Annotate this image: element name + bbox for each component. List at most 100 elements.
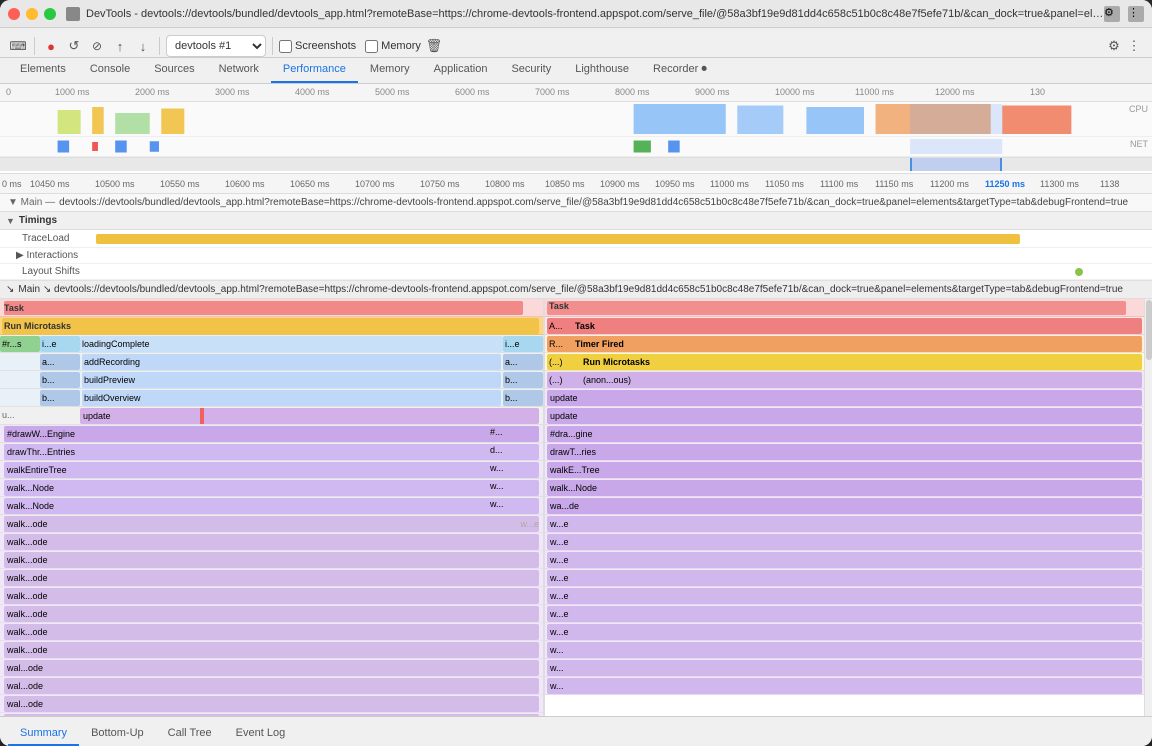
trash-button[interactable]: 🗑 — [424, 36, 444, 56]
timings-header[interactable]: ▼ Timings — [0, 212, 1152, 230]
interactions-row[interactable]: ▶ Interactions — [0, 248, 1152, 264]
titlebar-text: DevTools - devtools://devtools/bundled/d… — [86, 8, 1104, 20]
right-we-bar-4[interactable]: w...e — [547, 588, 1142, 604]
cell-3-0[interactable]: b... — [40, 390, 80, 406]
scrollbar-thumb[interactable] — [1146, 300, 1152, 360]
tab-event-log[interactable]: Event Log — [224, 722, 298, 746]
draw-entries-bar[interactable]: drawThr...Entries — [4, 444, 539, 460]
right-drawT-inner[interactable]: drawT...ries — [547, 444, 1142, 460]
tab-sources[interactable]: Sources — [142, 58, 206, 83]
main-thread-url: Main ↘ devtools://devtools/bundled/devto… — [18, 284, 1123, 295]
profile-select[interactable]: devtools #1 — [166, 35, 266, 57]
upload-button[interactable]: ↑ — [110, 36, 130, 56]
walk-ode-bar-10[interactable]: wal...ode — [4, 696, 539, 712]
walk-tree-bar[interactable]: walkEntireTree — [4, 462, 539, 478]
tab-security[interactable]: Security — [499, 58, 563, 83]
walk-ode-bar-9[interactable]: wal...ode — [4, 678, 539, 694]
right-microtasks-inner[interactable]: (...) Run Microtasks — [547, 354, 1142, 370]
cell-2-2[interactable]: b... — [503, 372, 543, 388]
cell-1-2[interactable]: a... — [503, 354, 543, 370]
nav-tabs: ⌨ ● ↺ ⊘ ↑ ↓ devtools #1 Screenshots — [0, 28, 1152, 58]
right-we-bar-0[interactable]: w...e — [547, 516, 1142, 532]
cell-3-2[interactable]: b... — [503, 390, 543, 406]
draw-engine-bar[interactable]: #drawW...Engine — [4, 426, 539, 442]
walk-ode-bar-2[interactable]: walk...ode — [4, 552, 539, 568]
tab-memory[interactable]: Memory — [358, 58, 422, 83]
reload-button[interactable]: ↺ — [64, 36, 84, 56]
cell-1-1[interactable]: addRecording — [82, 354, 501, 370]
walk-ode-bar-5[interactable]: walk...ode — [4, 606, 539, 622]
right-we-bar-6[interactable]: w...e — [547, 624, 1142, 640]
right-we-bar-9[interactable]: w... — [547, 678, 1142, 694]
vertical-scrollbar[interactable] — [1144, 299, 1152, 716]
record-button[interactable]: ● — [41, 36, 61, 56]
walk-node1-bar[interactable]: walk...Node — [4, 480, 539, 496]
tab-lighthouse[interactable]: Lighthouse — [563, 58, 641, 83]
cell-0-2[interactable]: loadingComplete — [80, 336, 503, 352]
clear-button[interactable]: ⊘ — [87, 36, 107, 56]
download-button[interactable]: ↓ — [133, 36, 153, 56]
right-walkE-inner[interactable]: walkE...Tree — [547, 462, 1142, 478]
right-we-bar-7[interactable]: w... — [547, 642, 1142, 658]
update-bar[interactable]: update — [80, 408, 539, 424]
right-update2-inner[interactable]: update — [547, 408, 1142, 424]
close-button[interactable] — [8, 8, 20, 20]
cell-2-1[interactable]: buildPreview — [82, 372, 501, 388]
minimize-button[interactable] — [26, 8, 38, 20]
tab-elements[interactable]: Elements — [8, 58, 78, 83]
tab-call-tree[interactable]: Call Tree — [156, 722, 224, 746]
tab-bottom-up[interactable]: Bottom-Up — [79, 722, 156, 746]
cell-1-0[interactable]: a... — [40, 354, 80, 370]
right-we-bar-8[interactable]: w... — [547, 660, 1142, 676]
settings-icon[interactable]: ⚙ — [1104, 6, 1120, 22]
more-options-icon[interactable]: ⋮ — [1128, 6, 1144, 22]
right-anon-inner[interactable]: (...) (anon...ous) — [547, 372, 1142, 388]
tab-network[interactable]: Network — [207, 58, 271, 83]
right-timer-inner[interactable]: R... Timer Fired — [547, 336, 1142, 352]
dock-button[interactable]: ⌨ — [8, 36, 28, 56]
memory-checkbox-label[interactable]: Memory — [365, 40, 421, 53]
screenshots-checkbox-label[interactable]: Screenshots — [279, 40, 356, 53]
right-update1-inner[interactable]: update — [547, 390, 1142, 406]
tab-performance[interactable]: Performance — [271, 58, 358, 83]
right-we-bar-1[interactable]: w...e — [547, 534, 1142, 550]
tab-recorder[interactable]: Recorder ⏺ — [641, 58, 719, 83]
selection-range[interactable] — [910, 158, 1002, 171]
right-we-bar-3[interactable]: w...e — [547, 570, 1142, 586]
walk-ode-bar-3[interactable]: walk...ode — [4, 570, 539, 586]
more-panel-button[interactable]: ⋮ — [1124, 36, 1144, 56]
maximize-button[interactable] — [44, 8, 56, 20]
tab-application[interactable]: Application — [422, 58, 500, 83]
memory-checkbox[interactable] — [365, 40, 378, 53]
settings-panel-button[interactable]: ⚙ — [1104, 36, 1124, 56]
right-we-bar-2[interactable]: w...e — [547, 552, 1142, 568]
cell-3-1[interactable]: buildOverview — [82, 390, 501, 406]
walk-ode-bar-0[interactable]: walk...ode — [4, 516, 539, 532]
walk-ode-bar-6[interactable]: walk...ode — [4, 624, 539, 640]
cell-0-1[interactable]: i...e — [40, 336, 80, 352]
tab-console[interactable]: Console — [78, 58, 142, 83]
walk-ode-bar-11[interactable]: wal...ode — [4, 714, 539, 716]
cell-2-0[interactable]: b... — [40, 372, 80, 388]
walk-ode-bar-7[interactable]: walk...ode — [4, 642, 539, 658]
right-draw-gine-inner[interactable]: #dra...gine — [547, 426, 1142, 442]
tr-10500: 10500 ms — [95, 179, 135, 189]
walk-ode-row-10: wal...ode — [0, 695, 543, 713]
right-walkNode-inner[interactable]: walk...Node — [547, 480, 1142, 496]
right-wade-inner[interactable]: wa...de — [547, 498, 1142, 514]
overview-selection[interactable] — [0, 157, 1152, 171]
right-we-bar-5[interactable]: w...e — [547, 606, 1142, 622]
traceload-bar-area — [96, 232, 1146, 246]
screenshots-checkbox[interactable] — [279, 40, 292, 53]
tab-summary[interactable]: Summary — [8, 722, 79, 746]
walk-ode-bar-8[interactable]: wal...ode — [4, 660, 539, 676]
walk-ode-bar-4[interactable]: walk...ode — [4, 588, 539, 604]
tr-10600: 10600 ms — [225, 179, 265, 189]
cell-0-0[interactable]: #r...s — [0, 336, 40, 352]
cell-0-3[interactable]: i...e — [503, 336, 543, 352]
lfc-row-5: #drawW...Engine #... — [0, 425, 543, 443]
right-task-inner[interactable]: A... Task — [547, 318, 1142, 334]
walk-node2-bar[interactable]: walk...Node — [4, 498, 539, 514]
time-zero: 0 — [6, 87, 11, 97]
walk-ode-bar-1[interactable]: walk...ode — [4, 534, 539, 550]
